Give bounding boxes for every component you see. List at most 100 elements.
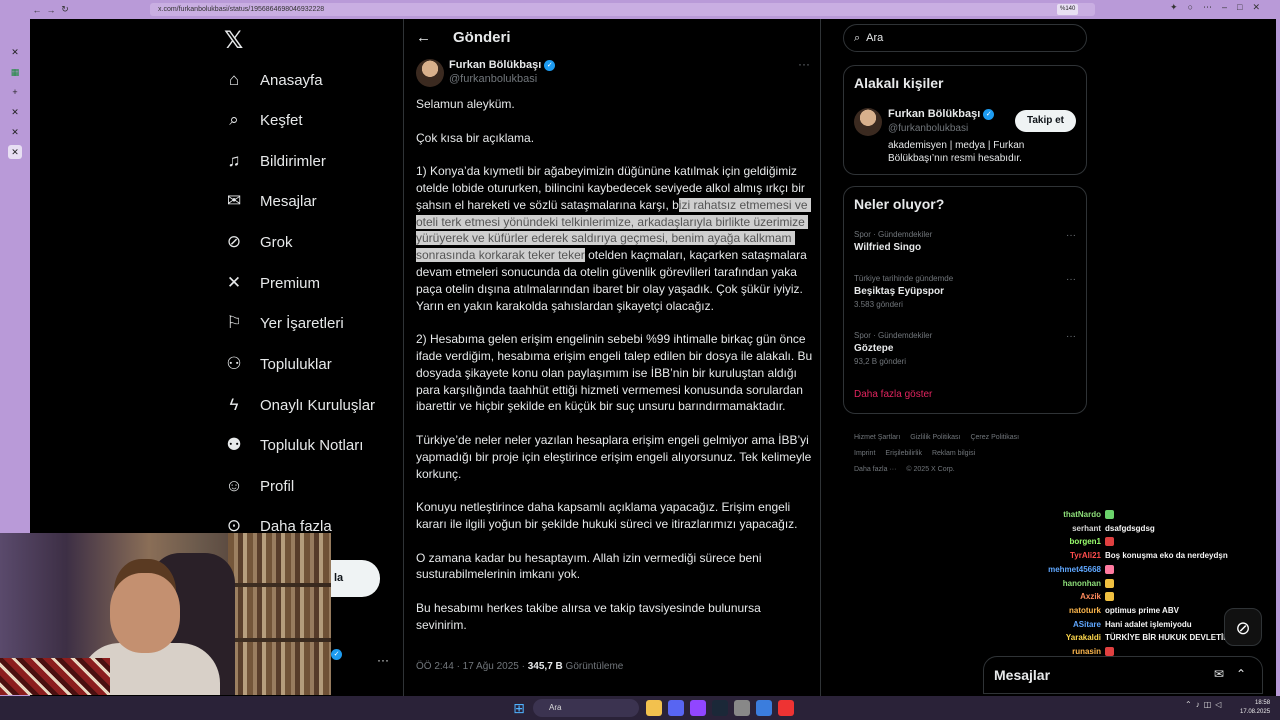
author-name[interactable]: Furkan Bölükbaşı ✓ [449,59,556,71]
taskbar-search[interactable]: Ara [533,699,639,717]
post-time[interactable]: ÖÖ 2:44 · 17 Ağu 2025 · [416,661,528,672]
address-bar[interactable]: x.com/furkanbolukbasi/status/19568646980… [150,3,1095,16]
notes-icon: ⚉ [226,435,242,454]
back-arrow-icon[interactable]: ← [416,29,431,46]
tab-sheets-icon[interactable]: ▦ [8,65,22,79]
related-handle[interactable]: @furkanbolukbasi [888,123,968,134]
streamer-head [110,573,180,653]
chat-username[interactable]: borgen1 [1000,537,1105,546]
chat-username[interactable]: hanonhan [1000,579,1105,588]
post-button[interactable]: la [331,560,380,597]
footer-link[interactable]: Hizmet Şartları [854,434,900,441]
trend-category: Spor · Gündemdekiler [854,331,933,340]
system-tray: ⌃ ♪ ◫ ◁ [1185,700,1221,709]
sidebar-item-messages[interactable]: ✉ Mesajlar [224,186,317,216]
sidebar-item-grok[interactable]: ⊘ Grok [224,227,293,257]
chat-text: Hani adalet işlemiyodu [1105,619,1192,629]
tab-x-icon[interactable]: ✕ [8,105,22,119]
minimize-icon[interactable]: – [1222,2,1227,13]
tab-add-icon[interactable]: + [8,85,22,99]
more-options-icon[interactable]: ··· [798,57,810,71]
sidebar-item-explore[interactable]: ⌕ Keşfet [224,105,303,135]
footer-link[interactable]: Daha fazla ··· [854,466,896,473]
more-options-icon[interactable]: ··· [1066,274,1076,285]
sidebar-item-premium[interactable]: ✕ Premium [224,268,320,298]
clock-date: 17.08.2025 [1240,709,1271,715]
tab-x-icon[interactable]: ✕ [8,45,22,59]
search-icon: ⌕ [229,110,239,129]
more-options-icon[interactable]: ··· [377,653,389,667]
view-count: 345,7 B [527,661,563,672]
verified-badge-icon: ✓ [331,649,342,660]
footer-link[interactable]: Reklam bilgisi [932,450,975,457]
folder-icon[interactable] [646,700,662,716]
trend-item[interactable]: Spor · Gündemdekiler Wilfried Singo ··· [854,230,1078,253]
maximize-icon[interactable]: □ [1237,2,1242,13]
sidebar-item-profile[interactable]: ☺ Profil [224,471,294,501]
sidebar-item-bookmarks[interactable]: ⚐ Yer İşaretleri [224,308,343,338]
chat-username[interactable]: natoturk [1000,606,1105,615]
chevron-up-icon[interactable]: ⌃ [1185,700,1192,709]
post-meta: ÖÖ 2:44 · 17 Ağu 2025 · 345,7 B Görüntül… [416,661,623,672]
footer-link[interactable]: Gizlilik Politikası [910,434,960,441]
volume-icon[interactable]: ◁ [1215,700,1221,709]
trend-item[interactable]: Türkiye tarihinde gündemde Beşiktaş Eyüp… [854,274,1078,309]
show-more-link[interactable]: Daha fazla göster [854,389,932,400]
zoom-badge[interactable]: %140 [1057,4,1079,15]
menu-icon[interactable]: ⋯ [1203,2,1212,13]
footer-link[interactable]: Imprint [854,450,875,457]
sidebar-item-home[interactable]: ⌂ Anasayfa [224,65,323,95]
more-options-icon[interactable]: ··· [1066,331,1076,342]
chat-username[interactable]: Yarakaldi [1000,633,1105,642]
messages-drawer[interactable]: Mesajlar ✉ ⌃ [983,656,1263,694]
clock[interactable]: 18:58 17.08.2025 [1240,699,1270,717]
windows-start-icon[interactable]: ⊞ [511,700,527,716]
author-handle[interactable]: @furkanbolukbasi [449,73,537,85]
profile-icon[interactable]: ○ [1188,2,1193,13]
x-logo-icon[interactable]: 𝕏 [224,26,243,55]
chat-username[interactable]: ASitare [1000,620,1105,629]
compose-message-icon[interactable]: ✉ [1214,667,1224,681]
twitch-icon[interactable] [690,700,706,716]
sidebar-item-community-notes[interactable]: ⚉ Topluluk Notları [224,430,363,460]
bookshelf [228,533,331,695]
trend-item[interactable]: Spor · Gündemdekiler Göztepe 93,2 B gönd… [854,331,1078,366]
person-icon: ☺ [225,476,243,495]
sidebar-item-verified-orgs[interactable]: ϟ Onaylı Kuruluşlar [224,390,376,420]
related-name[interactable]: Furkan Bölükbaşı ✓ [888,108,995,120]
footer-link[interactable]: Çerez Politikası [970,434,1019,441]
extension-icon[interactable]: ✦ [1170,2,1178,13]
chat-username[interactable]: Axzik [1000,592,1105,601]
footer-link[interactable]: Erişilebilirlik [885,450,922,457]
chat-username[interactable]: runasin [1000,647,1105,656]
tab-x-icon[interactable]: ✕ [8,125,22,139]
forward-icon[interactable]: → [44,5,58,15]
follow-button[interactable]: Takip et [1015,110,1076,132]
discord-icon[interactable] [668,700,684,716]
chat-username[interactable]: TyrAli21 [1000,551,1105,560]
sidebar-item-label: Keşfet [260,111,303,129]
mic-icon[interactable]: ♪ [1196,700,1200,709]
tab-x-icon[interactable]: ✕ [8,145,22,159]
chat-emote-icon [1105,537,1114,547]
expand-icon[interactable]: ⌃ [1236,667,1246,681]
network-icon[interactable]: ◫ [1204,700,1212,709]
sidebar-item-notifications[interactable]: ♫ Bildirimler [224,146,326,176]
obs-icon[interactable] [778,700,794,716]
chat-username[interactable]: serhant [1000,524,1105,533]
post-header: ← Gönderi [404,19,822,55]
grok-float-icon[interactable]: ⊘ [1224,608,1262,646]
reload-icon[interactable]: ↻ [58,4,72,15]
app-icon[interactable] [756,700,772,716]
avatar[interactable] [416,59,444,87]
steam-icon[interactable] [712,700,728,716]
search-input[interactable]: ⌕ Ara [843,24,1087,52]
more-options-icon[interactable]: ··· [1066,230,1076,241]
close-icon[interactable]: ✕ [1252,2,1260,13]
chat-username[interactable]: mehmet45668 [1000,565,1105,574]
avatar[interactable] [854,108,882,136]
app-icon[interactable] [734,700,750,716]
back-icon[interactable]: ← [30,5,44,15]
sidebar-item-communities[interactable]: ⚇ Topluluklar [224,349,331,379]
chat-username[interactable]: thatNardo [1000,510,1105,519]
